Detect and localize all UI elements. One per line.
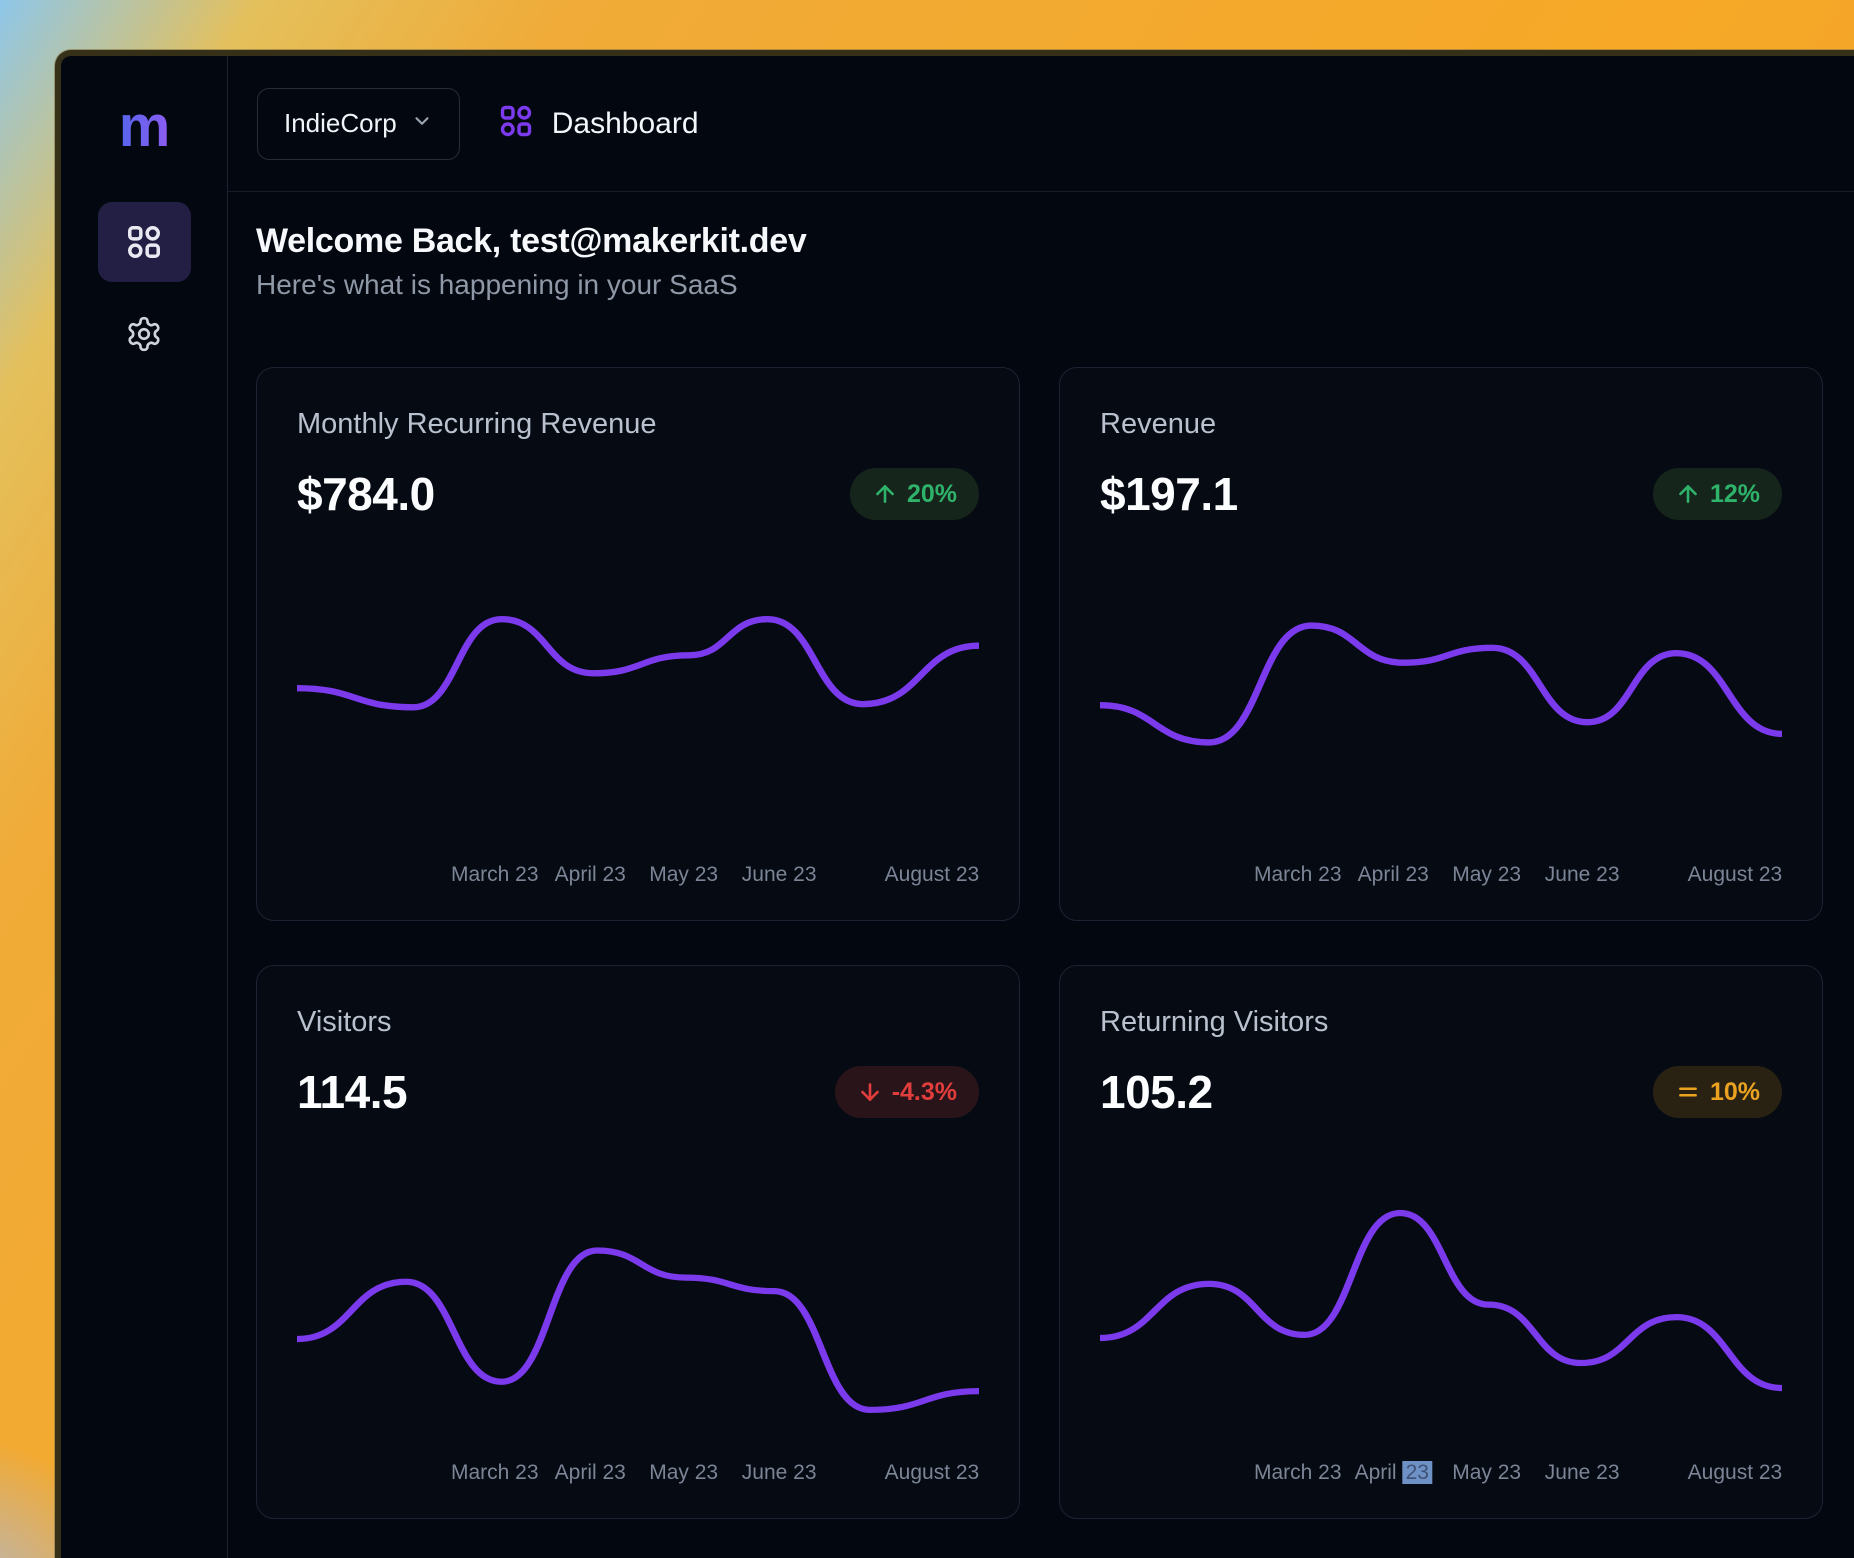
- x-axis-label: April 23: [1358, 863, 1429, 887]
- trend-badge-up: 20%: [850, 468, 979, 520]
- sidebar-item-dashboard[interactable]: [98, 202, 191, 282]
- sidebar-item-settings[interactable]: [98, 294, 191, 374]
- card-value: 105.2: [1100, 1065, 1213, 1119]
- chevron-down-icon: [411, 108, 433, 139]
- workspace-selector[interactable]: IndieCorp: [257, 88, 460, 160]
- x-axis-label: August 23: [885, 1461, 980, 1485]
- card-value: $784.0: [297, 467, 435, 521]
- x-axis-label: May 23: [1452, 1461, 1521, 1485]
- welcome-subtitle: Here's what is happening in your SaaS: [256, 269, 1823, 301]
- x-axis-label: May 23: [1452, 863, 1521, 887]
- line-chart: [297, 1188, 979, 1438]
- value-row: $784.0 20%: [297, 467, 979, 521]
- card-title: Revenue: [1100, 408, 1782, 441]
- x-axis-label: April 23: [555, 1461, 626, 1485]
- page-title: Dashboard: [552, 107, 699, 141]
- card-title: Visitors: [297, 1006, 979, 1039]
- arrow-up-icon: [1675, 481, 1701, 507]
- x-axis-label: August 23: [1688, 863, 1783, 887]
- value-row: 114.5 -4.3%: [297, 1065, 979, 1119]
- makerkit-logo: m: [119, 98, 170, 156]
- x-axis-label: August 23: [885, 863, 980, 887]
- sidebar: m: [61, 56, 228, 1558]
- sidebar-nav: [98, 202, 191, 374]
- trend-value: -4.3%: [892, 1078, 957, 1107]
- x-axis-label: June 23: [742, 863, 817, 887]
- app-window: m: [55, 50, 1854, 1558]
- x-axis-label: August 23: [1688, 1461, 1783, 1485]
- trend-badge-up: 12%: [1653, 468, 1782, 520]
- x-axis-label: May 23: [649, 1461, 718, 1485]
- trend-value: 20%: [907, 480, 957, 509]
- gear-icon: [125, 315, 163, 353]
- welcome-title: Welcome Back, test@makerkit.dev: [256, 222, 1823, 261]
- card-title: Returning Visitors: [1100, 1006, 1782, 1039]
- x-axis-labels: March 23 April 23 May 23 June 23 August …: [1100, 863, 1782, 889]
- equals-icon: [1675, 1079, 1701, 1105]
- x-axis-labels: March 23 April 23 May 23 June 23 August …: [297, 1461, 979, 1487]
- chart-line: [297, 619, 979, 707]
- line-chart: [297, 600, 979, 770]
- top-bar: IndieCorp Dashboard: [228, 56, 1854, 192]
- x-axis-label: May 23: [649, 863, 718, 887]
- trend-badge-down: -4.3%: [835, 1066, 979, 1118]
- card-visitors: Visitors 114.5 -4.3%: [256, 965, 1020, 1519]
- chart-line: [1100, 1213, 1782, 1388]
- x-axis-label: June 23: [1545, 863, 1620, 887]
- x-axis-label: March 23: [1254, 863, 1342, 887]
- x-axis-label-text: April: [1355, 1461, 1397, 1484]
- x-axis-label: March 23: [451, 863, 539, 887]
- x-axis-label: March 23: [451, 1461, 539, 1485]
- main-area: IndieCorp Dashboard Welcome Back,: [228, 56, 1854, 1558]
- selected-text-highlight: 23: [1403, 1461, 1432, 1484]
- layout-grid-icon: [125, 223, 163, 261]
- card-value: $197.1: [1100, 467, 1238, 521]
- arrow-down-icon: [857, 1079, 883, 1105]
- workspace-name: IndieCorp: [284, 108, 397, 139]
- card-monthly-recurring-revenue: Monthly Recurring Revenue $784.0 20%: [256, 367, 1020, 921]
- stats-grid: Monthly Recurring Revenue $784.0 20%: [256, 367, 1823, 1519]
- arrow-up-icon: [872, 481, 898, 507]
- trend-value: 10%: [1710, 1078, 1760, 1107]
- trend-value: 12%: [1710, 480, 1760, 509]
- line-chart: [1100, 1188, 1782, 1438]
- card-revenue: Revenue $197.1 12%: [1059, 367, 1823, 921]
- page-header: Dashboard: [498, 103, 699, 144]
- x-axis-label: April 23: [1355, 1461, 1432, 1485]
- chart-line: [1100, 626, 1782, 743]
- card-value: 114.5: [297, 1065, 407, 1119]
- x-axis-label: April 23: [555, 863, 626, 887]
- card-returning-visitors: Returning Visitors 105.2 10%: [1059, 965, 1823, 1519]
- x-axis-label: June 23: [742, 1461, 817, 1485]
- value-row: $197.1 12%: [1100, 467, 1782, 521]
- x-axis-labels: March 23 April 23 May 23 June 23 August …: [297, 863, 979, 889]
- x-axis-labels: March 23 April 23 May 23 June 23 August 2…: [1100, 1461, 1782, 1487]
- chart-line: [297, 1251, 979, 1410]
- value-row: 105.2 10%: [1100, 1065, 1782, 1119]
- line-chart: [1100, 600, 1782, 770]
- card-title: Monthly Recurring Revenue: [297, 408, 979, 441]
- trend-badge-flat: 10%: [1653, 1066, 1782, 1118]
- dashboard-content: Welcome Back, test@makerkit.dev Here's w…: [228, 192, 1854, 1519]
- x-axis-label: March 23: [1254, 1461, 1342, 1485]
- layout-grid-icon: [498, 103, 534, 144]
- x-axis-label: June 23: [1545, 1461, 1620, 1485]
